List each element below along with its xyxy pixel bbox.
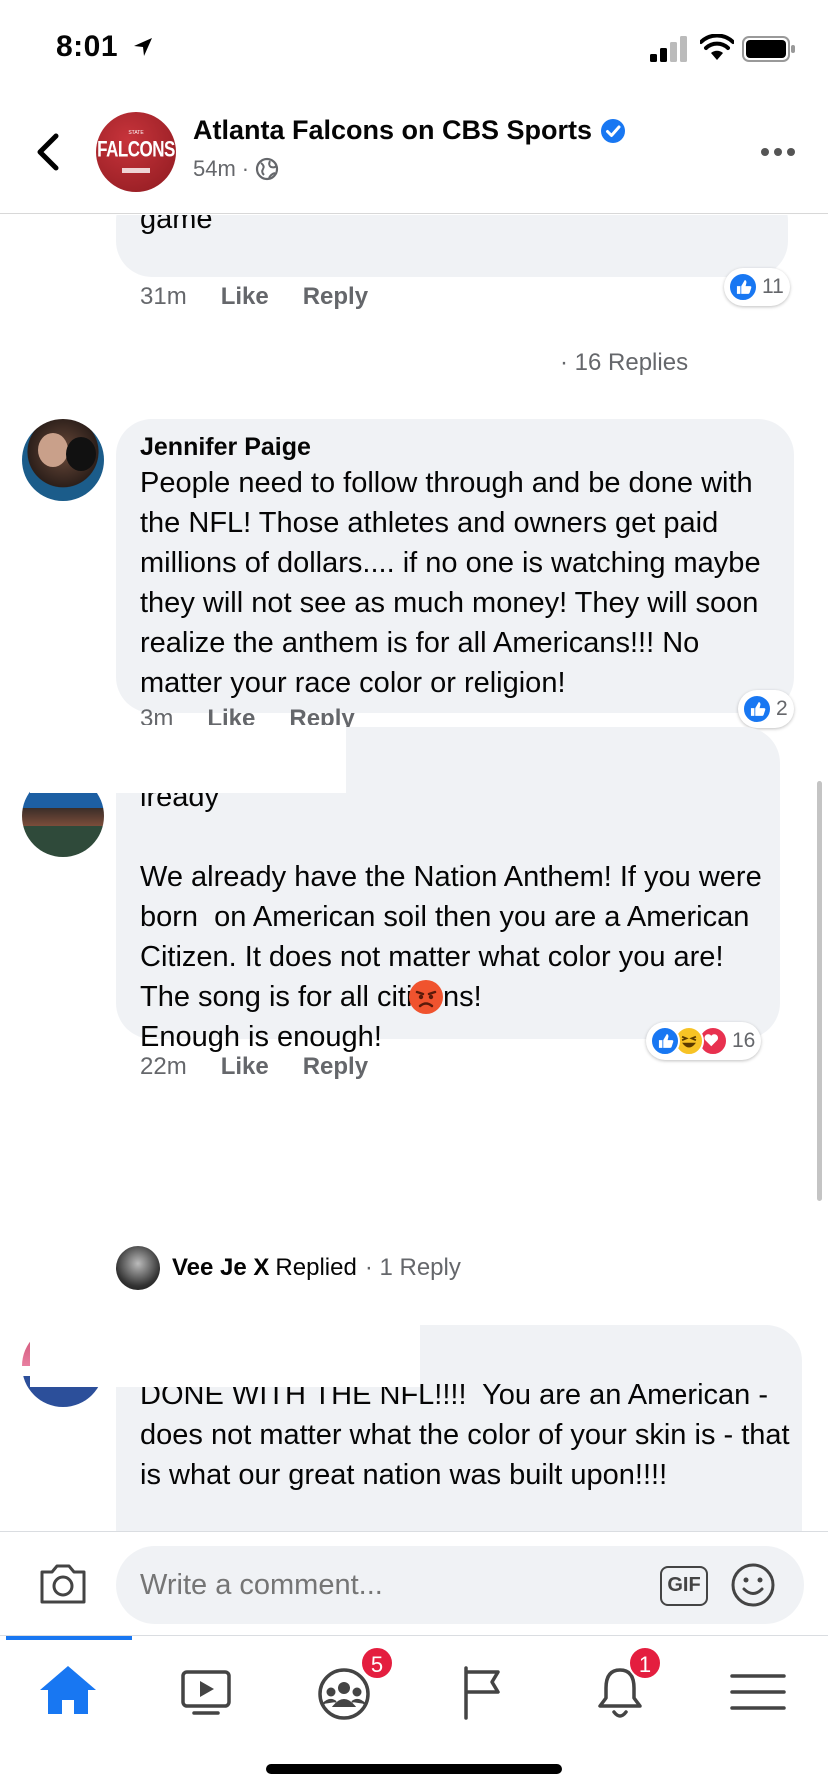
emoji-icon[interactable]	[730, 1562, 776, 1608]
replied-label: Replied	[275, 1254, 357, 1281]
comment-actions: 22m Like Reply	[140, 1053, 368, 1081]
post-age: 54m	[193, 156, 236, 181]
reply-button[interactable]: Reply	[303, 283, 368, 311]
camera-icon[interactable]	[38, 1560, 88, 1606]
groups-badge: 5	[360, 1646, 394, 1680]
like-reaction-icon	[742, 694, 772, 724]
reply-count[interactable]: · 1 Reply	[365, 1254, 461, 1282]
like-button[interactable]: Like	[221, 283, 269, 311]
status-time: 8:01	[56, 30, 119, 63]
replier-name[interactable]: Vee Je X	[172, 1254, 269, 1282]
post-header: STATE FALCONS Atlanta Falcons on CBS Spo…	[0, 100, 828, 214]
more-options-icon[interactable]	[760, 146, 796, 158]
comments-list[interactable]: game 31m Like Reply 11 · 16 Replies Jenn…	[0, 215, 828, 1531]
location-arrow-icon	[134, 38, 152, 56]
post-meta: 54m ·	[193, 156, 279, 182]
gif-button[interactable]: GIF	[660, 1566, 708, 1606]
menu-hamburger-icon[interactable]	[718, 1652, 798, 1732]
active-tab-indicator	[6, 1636, 132, 1640]
reply-button[interactable]: Reply	[303, 1053, 368, 1081]
cellular-signal-icon	[650, 36, 687, 62]
avatar-dog	[66, 437, 96, 471]
like-reaction-icon	[728, 272, 758, 302]
status-bar: 8:01	[0, 0, 828, 100]
reaction-summary[interactable]: 11	[724, 268, 790, 306]
reaction-count: 11	[762, 275, 784, 298]
commenter-avatar[interactable]	[22, 419, 104, 501]
meta-separator: ·	[241, 156, 250, 181]
home-indicator	[266, 1764, 562, 1774]
notifications-badge: 1	[628, 1646, 662, 1680]
pages-flag-icon[interactable]	[442, 1652, 522, 1732]
replies-preview[interactable]: Vee Je X Replied · 1 Reply	[116, 1243, 461, 1293]
globe-icon	[256, 157, 279, 181]
wifi-icon	[700, 34, 734, 60]
verified-badge-icon	[601, 118, 626, 143]
home-icon[interactable]	[28, 1652, 108, 1732]
comment-actions: 31m Like Reply	[140, 283, 368, 311]
page-name[interactable]: Atlanta Falcons on CBS Sports	[193, 115, 626, 146]
avatar-face	[38, 433, 68, 467]
comment-body: game	[140, 215, 213, 235]
like-reaction-icon	[650, 1026, 680, 1056]
reaction-count: 2	[776, 697, 788, 720]
view-replies-link[interactable]: · 16 Replies	[560, 349, 688, 377]
comment-time: 31m	[140, 283, 187, 310]
reaction-summary[interactable]: 2	[738, 690, 794, 728]
comment-time: 22m	[140, 1053, 187, 1080]
reaction-summary[interactable]: 16	[646, 1022, 762, 1060]
comment-body: DONE WITH THE NFL!!!! You are an America…	[140, 1379, 798, 1491]
comment-bubble[interactable]: Jennifer Paige People need to follow thr…	[116, 419, 794, 713]
avatar-logo-bar	[122, 168, 150, 173]
like-button[interactable]: Like	[221, 1053, 269, 1081]
comment-author[interactable]: Jennifer Paige	[140, 431, 311, 463]
comment-body: People need to follow through and be don…	[140, 467, 769, 699]
comment-composer: GIF	[0, 1531, 828, 1635]
comment-body: lready We already have the Nation Anthem…	[140, 781, 762, 1053]
replier-avatar	[116, 1246, 160, 1290]
page-name-text: Atlanta Falcons on CBS Sports	[193, 115, 593, 145]
avatar-logo-text: FALCONS	[97, 137, 175, 162]
battery-icon	[742, 36, 795, 62]
comment-bubble[interactable]: game	[116, 215, 788, 277]
watch-video-icon[interactable]	[166, 1652, 246, 1732]
scrollbar[interactable]	[817, 781, 822, 1201]
page-avatar[interactable]: STATE FALCONS	[96, 112, 176, 192]
redaction-mask	[30, 725, 346, 793]
redaction-mask	[30, 1323, 420, 1387]
reaction-count: 16	[732, 1029, 756, 1052]
back-arrow-icon[interactable]	[30, 130, 66, 174]
avatar-logo-top: STATE	[128, 130, 144, 136]
angry-emoji-icon	[409, 980, 443, 1014]
